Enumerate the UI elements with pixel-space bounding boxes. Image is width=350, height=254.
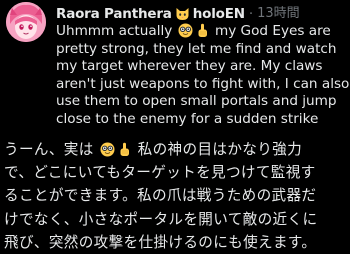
text-line: aren't just weapons to fight with, I can… (56, 75, 350, 92)
cat-face-emoji-icon (175, 7, 190, 21)
text-line: うーん、実は 私の神の目はかなり強力 (4, 138, 350, 161)
pointing-up-emoji-icon (195, 23, 210, 38)
author-handle[interactable]: holoEN (193, 4, 245, 24)
text-line: my target wherever they are. My claws (56, 58, 323, 75)
text-segment: Uhmmm actually (56, 23, 173, 39)
post-header: Raora Panthera holoEN · 13時間 (56, 4, 300, 24)
text-line: pretty strong, they let me find and watc… (56, 40, 337, 57)
post-text-english: Uhmmm actually my God Eyes are pretty st… (56, 23, 350, 129)
text-segment: my God Eyes are (214, 23, 331, 39)
post-timestamp[interactable]: 13時間 (257, 4, 300, 24)
header-separator: · (248, 6, 254, 22)
text-line: use them to open small portals and jump (56, 93, 337, 110)
text-line: Uhmmm actually my God Eyes are (56, 23, 348, 41)
avatar-image (6, 2, 46, 42)
pointing-up-emoji-icon (117, 141, 132, 156)
nerd-face-emoji-icon (178, 23, 193, 38)
text-line: ることができます。私の爪は戦うための武器だ (4, 187, 317, 205)
text-line: で、どこにいてもターゲットを見つけて監視す (4, 164, 316, 182)
author-avatar[interactable] (6, 2, 46, 42)
text-line: けでなく、小さなポータルを開いて敵の近くに (4, 210, 318, 228)
text-segment: 私の神の目はかなり強力 (137, 141, 303, 158)
post[interactable]: Raora Panthera holoEN · 13時間 Uhmmm actua… (0, 0, 350, 253)
text-line: close to the enemy for a sudden strike (56, 110, 319, 127)
text-segment: うーん、実は (4, 141, 94, 158)
text-line: 飛び、突然の攻撃を仕掛けるのにも使えます。 (4, 233, 317, 251)
nerd-face-emoji-icon (100, 141, 115, 157)
post-text-translation: うーん、実は 私の神の目はかなり強力 で、どこにいてもターゲットを見つけて監視す… (4, 138, 350, 254)
author-display-name[interactable]: Raora Panthera (56, 4, 172, 24)
